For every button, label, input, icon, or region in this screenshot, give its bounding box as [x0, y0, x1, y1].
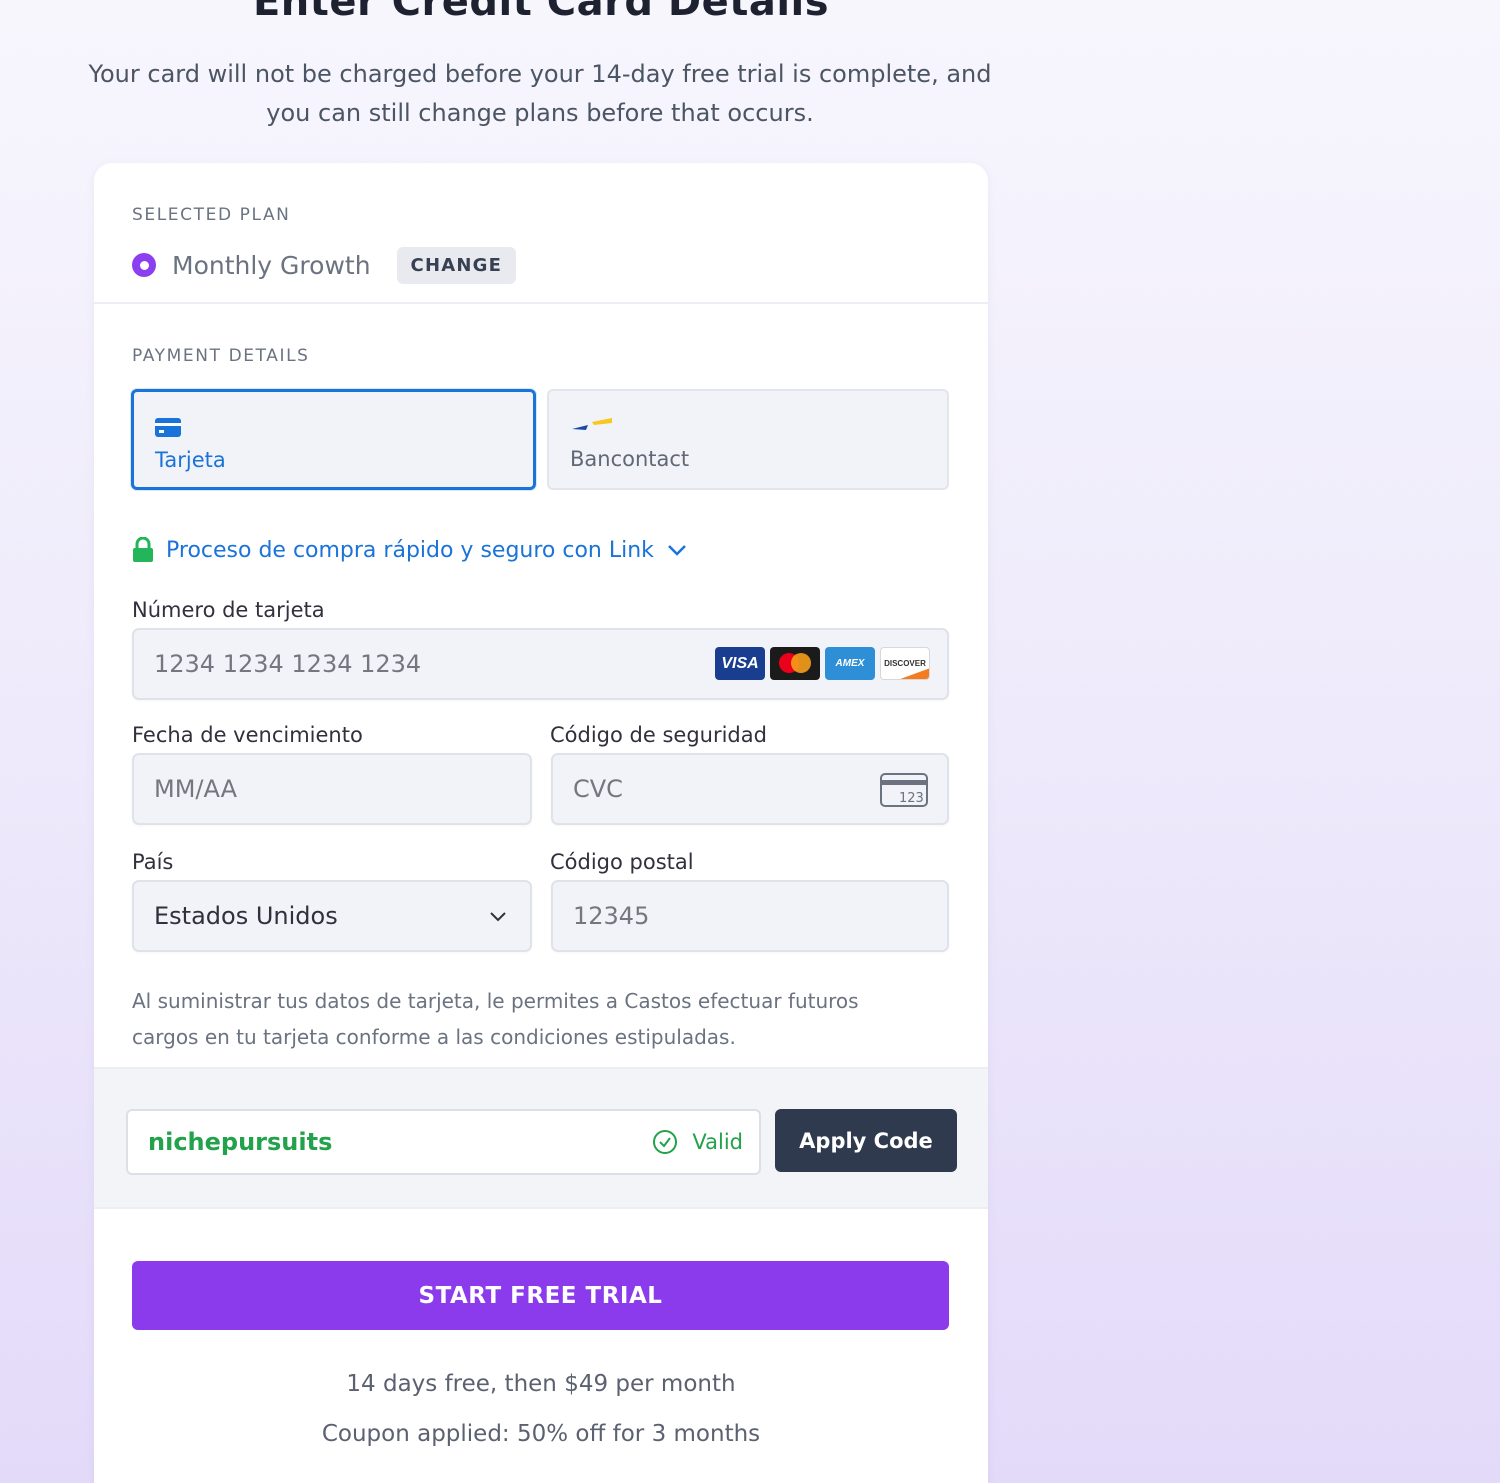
card-brand-logos: VISA AMEX DISCOVER [715, 647, 930, 680]
cvc-field: 123 [551, 753, 949, 825]
link-checkout-text: Proceso de compra rápido y seguro con Li… [166, 537, 654, 563]
mastercard-icon [770, 647, 820, 680]
cvc-input[interactable] [573, 755, 869, 823]
expiry-input[interactable] [154, 755, 451, 823]
expiry-label: Fecha de vencimiento [132, 723, 363, 747]
trial-price-note: 14 days free, then $49 per month [346, 1371, 736, 1397]
legal-line-1: Al suministrar tus datos de tarjeta, le … [132, 989, 859, 1013]
chevron-down-icon [668, 545, 686, 556]
apply-code-button[interactable]: Apply Code [775, 1109, 957, 1172]
selected-plan-row: Monthly Growth CHANGE [132, 245, 517, 285]
amex-icon: AMEX [825, 647, 875, 680]
payment-method-label: Tarjeta [155, 448, 226, 472]
card-number-input[interactable] [154, 630, 764, 698]
legal-disclaimer: Al suministrar tus datos de tarjeta, le … [132, 983, 932, 1055]
coupon-section: nichepursuits Valid Apply Code [94, 1067, 988, 1209]
chevron-down-icon [490, 912, 506, 922]
cvc-card-icon: 123 [880, 773, 928, 807]
country-value: Estados Unidos [154, 902, 338, 930]
coupon-applied-note: Coupon applied: 50% off for 3 months [321, 1421, 761, 1447]
cvc-label: Código de seguridad [550, 723, 767, 747]
selected-plan-label: SELECTED PLAN [132, 205, 291, 225]
checkout-card: SELECTED PLAN Monthly Growth CHANGE PAYM… [94, 163, 988, 1483]
postal-input[interactable] [573, 882, 869, 950]
divider [94, 302, 988, 304]
cvc-icon-text: 123 [899, 791, 924, 806]
check-circle-icon [653, 1130, 678, 1154]
country-select[interactable]: Estados Unidos [132, 880, 532, 952]
subtitle-line-2: you can still change plans before that o… [266, 99, 814, 127]
discover-icon: DISCOVER [880, 647, 930, 680]
payment-details-label: PAYMENT DETAILS [132, 346, 310, 366]
start-free-trial-button[interactable]: START FREE TRIAL [132, 1261, 949, 1330]
legal-line-2: cargos en tu tarjeta conforme a las cond… [132, 1025, 736, 1049]
page-title: Enter Credit Card Details [252, 0, 830, 25]
link-checkout-toggle[interactable]: Proceso de compra rápido y seguro con Li… [132, 537, 688, 563]
plan-name: Monthly Growth [172, 250, 371, 280]
coupon-status: Valid [652, 1111, 743, 1173]
coupon-input[interactable]: nichepursuits Valid [126, 1109, 761, 1175]
postal-label: Código postal [550, 850, 694, 874]
visa-icon: VISA [715, 647, 765, 680]
expiry-field [132, 753, 532, 825]
page-subtitle: Your card will not be charged before you… [80, 55, 1000, 133]
coupon-code: nichepursuits [148, 1128, 333, 1156]
payment-method-bancontact[interactable]: Bancontact [547, 389, 949, 490]
credit-card-icon [155, 418, 181, 437]
coupon-valid-text: Valid [692, 1130, 743, 1154]
postal-field [551, 880, 949, 952]
card-number-field: VISA AMEX DISCOVER [132, 628, 949, 700]
lock-icon [133, 537, 153, 562]
country-label: País [132, 850, 174, 874]
payment-method-label: Bancontact [570, 447, 690, 471]
change-plan-button[interactable]: CHANGE [396, 246, 517, 284]
payment-method-tarjeta[interactable]: Tarjeta [131, 389, 536, 490]
subtitle-line-1: Your card will not be charged before you… [88, 60, 992, 88]
card-number-label: Número de tarjeta [132, 598, 325, 622]
plan-radio-icon [132, 253, 156, 277]
bancontact-icon [572, 418, 612, 430]
